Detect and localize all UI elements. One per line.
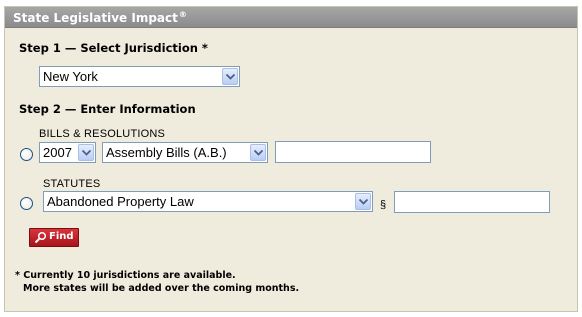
step2-heading: Step 2 — Enter Information: [19, 102, 196, 116]
footnote-line-2: More states will be added over the comin…: [23, 283, 300, 294]
statute-section-input[interactable]: [394, 191, 550, 213]
chevron-down-icon[interactable]: [250, 144, 266, 161]
jurisdiction-select-value: New York: [43, 69, 98, 84]
year-select-value: 2007: [43, 145, 72, 160]
step1-heading: Step 1 — Select Jurisdiction *: [19, 41, 208, 55]
find-button[interactable]: Find: [29, 228, 79, 247]
panel-title: State Legislative Impact®: [13, 10, 187, 25]
chevron-down-icon[interactable]: [222, 68, 238, 85]
panel-title-text: State Legislative Impact: [13, 11, 178, 25]
bills-resolutions-label: BILLS & RESOLUTIONS: [39, 128, 166, 140]
bills-resolutions-radio[interactable]: [20, 148, 33, 161]
statute-select[interactable]: Abandoned Property Law: [43, 191, 373, 212]
bill-number-input[interactable]: [275, 141, 431, 163]
statute-select-value: Abandoned Property Law: [47, 194, 194, 209]
chevron-down-icon[interactable]: [355, 193, 371, 210]
statutes-label: STATUTES: [43, 178, 101, 190]
jurisdiction-select[interactable]: New York: [39, 66, 240, 87]
panel-header: State Legislative Impact®: [5, 7, 577, 28]
footnote-line-1: * Currently 10 jurisdictions are availab…: [15, 270, 236, 281]
chevron-down-icon[interactable]: [78, 144, 94, 161]
bill-type-select[interactable]: Assembly Bills (A.B.): [102, 142, 268, 163]
section-symbol: §: [380, 199, 387, 211]
magnifier-icon: [34, 231, 47, 244]
bill-type-select-value: Assembly Bills (A.B.): [106, 145, 227, 160]
state-legislative-impact-panel: State Legislative Impact® Step 1 — Selec…: [4, 6, 578, 312]
year-select[interactable]: 2007: [39, 142, 96, 163]
statutes-radio[interactable]: [20, 197, 33, 210]
find-button-label: Find: [49, 231, 74, 242]
registered-mark: ®: [178, 10, 187, 19]
